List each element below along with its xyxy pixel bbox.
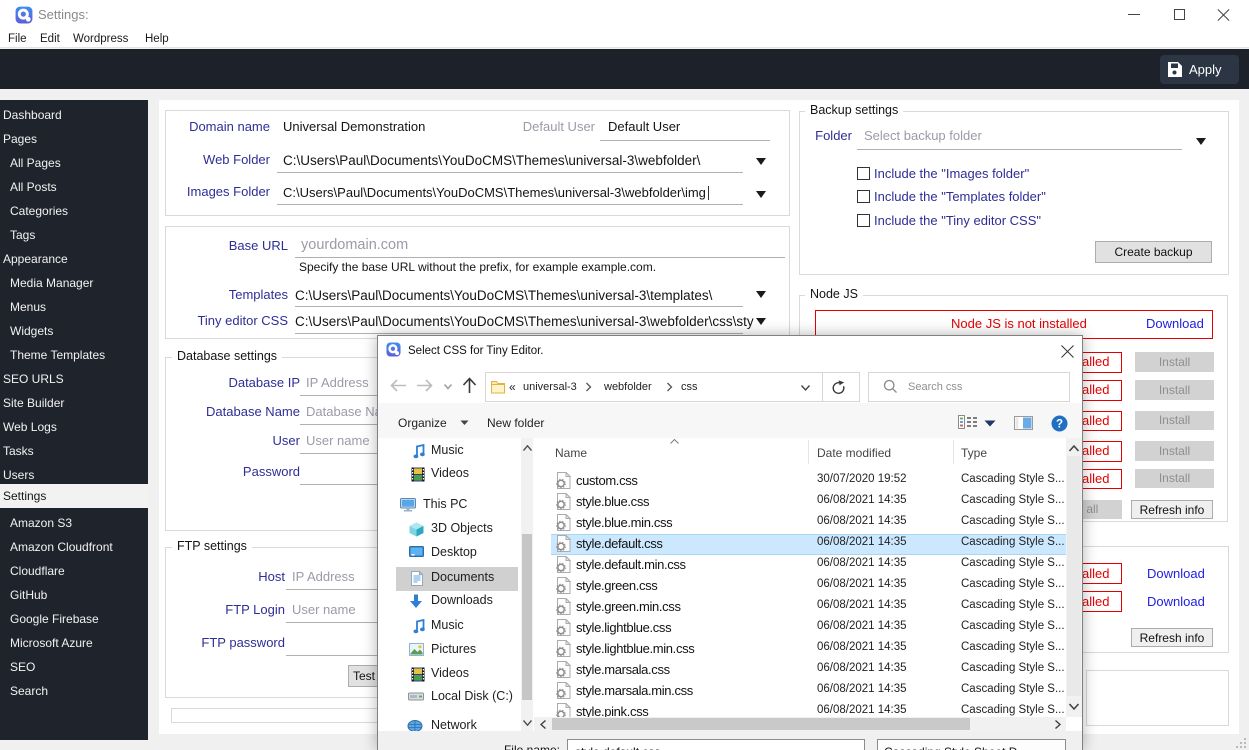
- svg-text:?: ?: [1056, 419, 1063, 431]
